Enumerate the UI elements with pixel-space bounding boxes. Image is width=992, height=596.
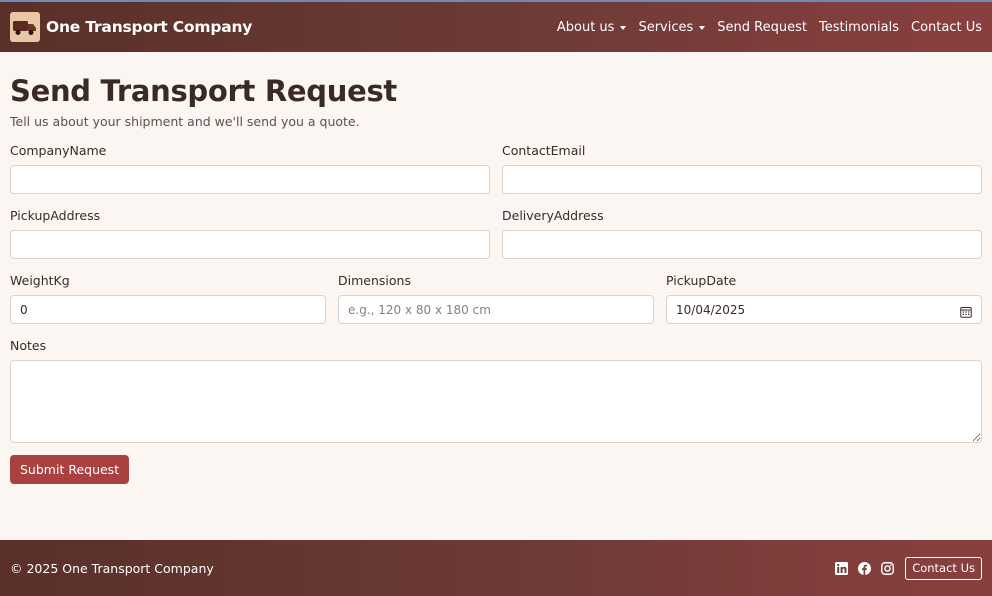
social-links: Contact Us bbox=[825, 556, 982, 580]
transport-request-form: CompanyName ContactEmail PickupAddress D… bbox=[10, 143, 982, 484]
contact-email-input[interactable] bbox=[502, 165, 982, 194]
page-subtitle: Tell us about your shipment and we'll se… bbox=[10, 114, 360, 129]
delivery-address-group: DeliveryAddress bbox=[502, 208, 982, 259]
pickup-date-group: PickupDate bbox=[666, 273, 982, 324]
dimensions-group: Dimensions bbox=[338, 273, 654, 324]
form-row: PickupAddress DeliveryAddress bbox=[10, 208, 982, 259]
facebook-icon[interactable] bbox=[857, 561, 871, 575]
nav-item-send-request[interactable]: Send Request bbox=[717, 20, 807, 35]
nav-item-contact-us[interactable]: Contact Us bbox=[911, 20, 982, 35]
calendar-icon[interactable] bbox=[960, 303, 972, 322]
footer-contact-button[interactable]: Contact Us bbox=[905, 556, 982, 580]
main-nav: About us Services Send Request Testimoni… bbox=[545, 20, 982, 35]
notes-textarea[interactable] bbox=[10, 360, 982, 443]
delivery-address-input[interactable] bbox=[502, 230, 982, 259]
notes-group: Notes bbox=[10, 338, 982, 443]
navbar: One Transport Company About us Services … bbox=[0, 2, 992, 52]
footer-copyright: © 2025 One Transport Company bbox=[10, 560, 214, 576]
pickup-date-label: PickupDate bbox=[666, 273, 737, 288]
nav-item-about-us[interactable]: About us bbox=[557, 20, 627, 35]
brand-name: One Transport Company bbox=[46, 18, 253, 36]
dimensions-label: Dimensions bbox=[338, 273, 411, 288]
pickup-address-label: PickupAddress bbox=[10, 208, 101, 223]
nav-label: About us bbox=[556, 19, 615, 35]
caret-down-icon bbox=[699, 26, 706, 30]
linkedin-icon[interactable] bbox=[834, 561, 848, 575]
company-name-label: CompanyName bbox=[10, 143, 107, 158]
nav-label: Services bbox=[638, 19, 694, 35]
weight-label: WeightKg bbox=[10, 273, 70, 288]
form-row: WeightKg Dimensions PickupDate bbox=[10, 273, 982, 324]
weight-input[interactable] bbox=[10, 295, 326, 324]
notes-label: Notes bbox=[10, 338, 47, 353]
truck-icon bbox=[10, 12, 40, 42]
dimensions-input[interactable] bbox=[338, 295, 654, 324]
contact-email-group: ContactEmail bbox=[502, 143, 982, 194]
page-title: Send Transport Request bbox=[10, 74, 397, 108]
nav-item-services[interactable]: Services bbox=[638, 19, 706, 35]
form-row: CompanyName ContactEmail bbox=[10, 143, 982, 194]
nav-item-testimonials[interactable]: Testimonials bbox=[819, 20, 899, 35]
pickup-date-wrapper bbox=[666, 295, 982, 324]
pickup-date-input[interactable] bbox=[666, 295, 982, 324]
instagram-icon[interactable] bbox=[880, 561, 894, 575]
contact-email-label: ContactEmail bbox=[502, 143, 586, 158]
pickup-address-input[interactable] bbox=[10, 230, 490, 259]
pickup-address-group: PickupAddress bbox=[10, 208, 490, 259]
brand-link[interactable]: One Transport Company bbox=[10, 12, 252, 42]
company-name-group: CompanyName bbox=[10, 143, 490, 194]
form-actions: Submit Request bbox=[10, 455, 982, 484]
caret-down-icon bbox=[620, 26, 627, 30]
footer: © 2025 One Transport Company Contact Us bbox=[0, 540, 992, 596]
weight-group: WeightKg bbox=[10, 273, 326, 324]
delivery-address-label: DeliveryAddress bbox=[502, 208, 604, 223]
submit-request-button[interactable]: Submit Request bbox=[10, 455, 130, 484]
company-name-input[interactable] bbox=[10, 165, 490, 194]
main-content: Send Transport Request Tell us about you… bbox=[0, 52, 992, 484]
